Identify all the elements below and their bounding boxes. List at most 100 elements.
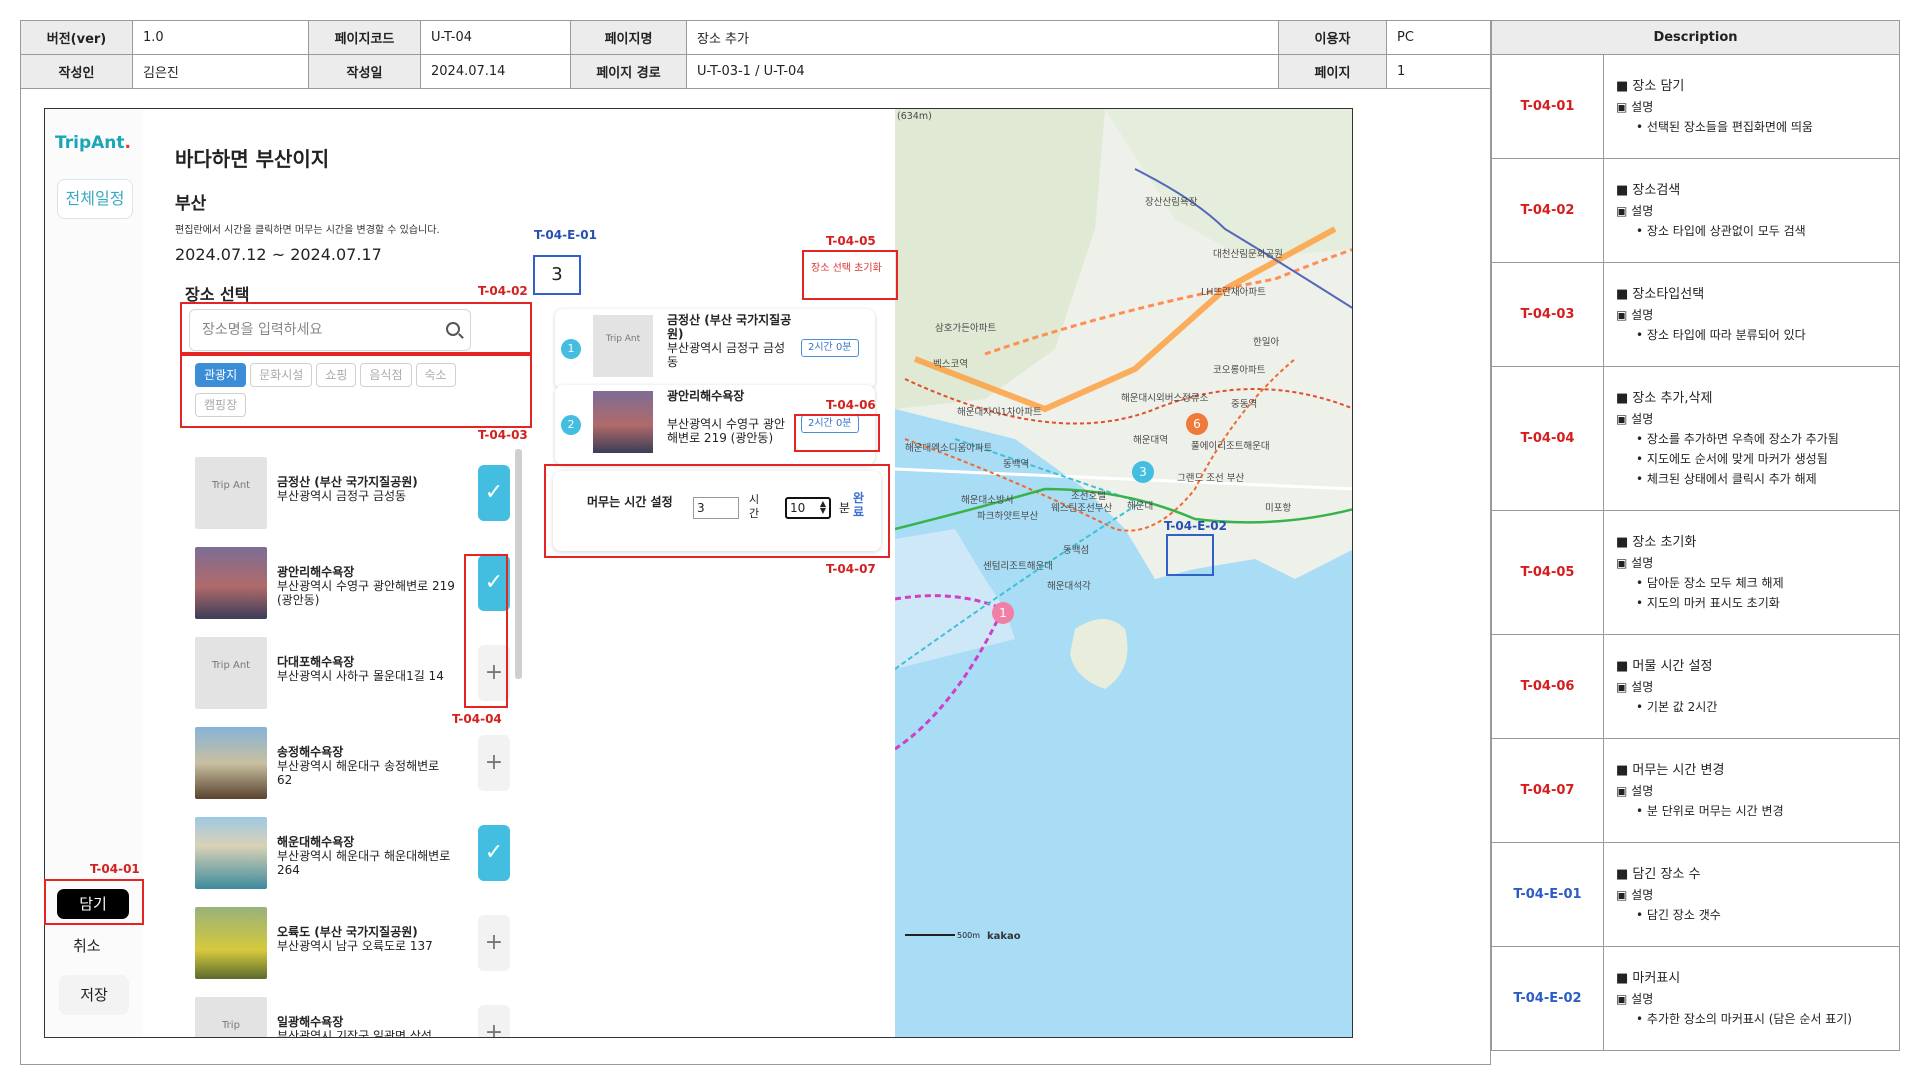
desc-point: • 체크된 상태에서 클릭시 추가 해제 bbox=[1636, 471, 1817, 486]
place-address: 부산광역시 해운대구 송정해변로 62 bbox=[277, 759, 440, 787]
edit-note: 편집란에서 시간을 클릭하면 머무는 시간을 변경할 수 있습니다. bbox=[175, 225, 440, 236]
svg-text:삼호가든아파트: 삼호가든아파트 bbox=[935, 323, 996, 334]
desc-row: T-04-E-02 ■ 마커표시 ▣ 설명 • 추가한 장소의 마커표시 (담은 순… bbox=[1491, 946, 1900, 1051]
list-scrollbar[interactable] bbox=[515, 449, 522, 679]
place-address: 부산광역시 금정구 금성동 bbox=[667, 341, 786, 369]
place-name: 다대포해수욕장 bbox=[277, 655, 355, 669]
desc-sub: ▣ 설명 bbox=[1616, 307, 1654, 322]
desc-point: • 분 단위로 머무는 시간 변경 bbox=[1636, 803, 1784, 818]
path-value: U-T-03-1 / U-T-04 bbox=[686, 54, 1279, 89]
desc-point: • 장소를 추가하면 우측에 장소가 추가됨 bbox=[1636, 431, 1839, 446]
desc-sub: ▣ 설명 bbox=[1616, 555, 1654, 570]
svg-text:1: 1 bbox=[999, 606, 1007, 620]
place-name: 일광해수욕장 bbox=[277, 1015, 344, 1029]
trip-title: 바다하면 부산이지 bbox=[175, 147, 330, 171]
annot-box-te02 bbox=[1166, 534, 1214, 576]
list-item: 송정해수욕장 부산광역시 해운대구 송정해변로 62 + bbox=[195, 727, 510, 817]
page-label: 페이지 bbox=[1278, 54, 1387, 89]
svg-text:미포항: 미포항 bbox=[1265, 503, 1291, 514]
desc-code: T-04-07 bbox=[1491, 738, 1604, 843]
date-value: 2024.07.14 bbox=[420, 54, 571, 89]
annot-box-t0407 bbox=[544, 464, 890, 558]
place-photo bbox=[195, 907, 267, 979]
svg-text:대천산림문화공원: 대천산림문화공원 bbox=[1213, 248, 1283, 260]
svg-text:중동역: 중동역 bbox=[1231, 399, 1257, 410]
stay-time-button[interactable]: 2시간 0분 bbox=[801, 339, 859, 357]
desc-point: • 장소 타입에 따라 분류되어 있다 bbox=[1636, 327, 1806, 342]
desc-code: T-04-04 bbox=[1491, 366, 1604, 511]
desc-point: • 추가한 장소의 마커표시 (담은 순서 표기) bbox=[1636, 1011, 1852, 1026]
place-address: 부산광역시 사하구 몰운대1길 14 bbox=[277, 669, 444, 683]
annot-label-te01: T-04-E-01 bbox=[534, 228, 597, 242]
svg-text:코오롱아파트: 코오롱아파트 bbox=[1213, 365, 1266, 376]
desc-head: ■ 장소 추가,삭제 bbox=[1616, 390, 1713, 406]
svg-text:파크하얏트부산: 파크하얏트부산 bbox=[977, 510, 1038, 522]
desc-code: T-04-03 bbox=[1491, 262, 1604, 367]
order-badge: 1 bbox=[561, 339, 581, 359]
desc-point: • 담긴 장소 갯수 bbox=[1636, 907, 1721, 922]
picked-count: 3 bbox=[533, 255, 581, 295]
desc-point: • 지도의 마커 표시도 초기화 bbox=[1636, 595, 1780, 610]
svg-text:한일아: 한일아 bbox=[1253, 337, 1279, 348]
place-address: 부산광역시 금정구 금성동 bbox=[277, 489, 407, 503]
version-value: 1.0 bbox=[132, 20, 309, 55]
annot-box-t0404 bbox=[464, 554, 508, 708]
map-view[interactable]: 1 3 6 장산산림욕장 대천산림문화공원 LH뜨란채아파트 한일아 코오롱아파… bbox=[895, 109, 1353, 1038]
save-button[interactable]: 저장 bbox=[59, 975, 129, 1015]
pagecode-value: U-T-04 bbox=[420, 20, 571, 55]
add-button[interactable]: + bbox=[478, 735, 510, 791]
place-thumbnail: Trip bbox=[195, 997, 267, 1037]
annot-box-t0405 bbox=[802, 250, 898, 300]
pagecode-label: 페이지코드 bbox=[308, 20, 421, 55]
place-address: 부산광역시 해운대구 해운대해변로 264 bbox=[277, 849, 451, 877]
svg-text:조선호텔: 조선호텔 bbox=[1071, 490, 1106, 502]
desc-row: T-04-05 ■ 장소 초기화 ▣ 설명 • 담아둔 장소 모두 체크 해제 • 지… bbox=[1491, 510, 1900, 635]
annot-label-t0407: T-04-07 bbox=[826, 562, 876, 576]
check-toggle-button[interactable]: ✓ bbox=[478, 465, 510, 521]
desc-row: T-04-07 ■ 머무는 시간 변경 ▣ 설명 • 분 단위로 머무는 시간 변경 bbox=[1491, 738, 1900, 843]
svg-text:동백섬: 동백섬 bbox=[1063, 545, 1089, 556]
svg-text:웨스틴조선부산: 웨스틴조선부산 bbox=[1051, 502, 1112, 514]
desc-code: T-04-E-01 bbox=[1491, 842, 1604, 947]
desc-sub: ▣ 설명 bbox=[1616, 203, 1654, 218]
desc-point: • 기본 값 2시간 bbox=[1636, 699, 1718, 714]
header-table: 버전(ver) 1.0 페이지코드 U-T-04 페이지명 장소 추가 이용자 … bbox=[20, 20, 1492, 89]
author-label: 작성인 bbox=[20, 54, 133, 89]
desc-code: T-04-02 bbox=[1491, 158, 1604, 263]
annot-label-t0401: T-04-01 bbox=[90, 862, 140, 876]
svg-text:해운대역: 해운대역 bbox=[1133, 434, 1168, 446]
screen-mockup: TripAnt. 전체일정 담기 취소 저장 바다하면 부산이지 부산 편집란에… bbox=[44, 108, 1353, 1038]
cancel-button[interactable]: 취소 bbox=[73, 935, 101, 956]
date-label: 작성일 bbox=[308, 54, 421, 89]
svg-text:해운대: 해운대 bbox=[1127, 500, 1153, 512]
desc-code: T-04-05 bbox=[1491, 510, 1604, 635]
place-name: 광안리해수욕장 bbox=[667, 389, 745, 403]
desc-row: T-04-02 ■ 장소검색 ▣ 설명 • 장소 타입에 상관없이 모두 검색 bbox=[1491, 158, 1900, 263]
place-name: 해운대해수욕장 bbox=[277, 835, 355, 849]
place-address: 부산광역시 수영구 광안해변로 219 (광안동) bbox=[667, 417, 786, 445]
desc-row: T-04-06 ■ 머물 시간 설정 ▣ 설명 • 기본 값 2시간 bbox=[1491, 634, 1900, 739]
svg-text:그랜드 조선 부산: 그랜드 조선 부산 bbox=[1177, 473, 1244, 484]
list-item: Trip Ant 금정산 (부산 국가지질공원) 부산광역시 금정구 금성동 ✓ bbox=[195, 457, 510, 547]
place-thumbnail: Trip Ant bbox=[195, 637, 267, 709]
place-photo bbox=[593, 391, 653, 453]
desc-row: T-04-04 ■ 장소 추가,삭제 ▣ 설명 • 장소를 추가하면 우측에 장소가… bbox=[1491, 366, 1900, 511]
svg-text:500m: 500m bbox=[957, 931, 980, 940]
map-canvas[interactable]: 1 3 6 장산산림욕장 대천산림문화공원 LH뜨란채아파트 한일아 코오롱아파… bbox=[895, 109, 1353, 1038]
add-button[interactable]: + bbox=[478, 1005, 510, 1037]
annot-box-t0402 bbox=[180, 302, 532, 354]
check-toggle-button[interactable]: ✓ bbox=[478, 825, 510, 881]
list-item: 오륙도 (부산 국가지질공원) 부산광역시 남구 오륙도로 137 + bbox=[195, 907, 510, 997]
annot-box-t0406 bbox=[794, 414, 880, 452]
description-table: Description T-04-01 ■ 장소 담기 ▣ 설명 • 선택된 장소들… bbox=[1491, 20, 1900, 1051]
desc-code: T-04-06 bbox=[1491, 634, 1604, 739]
desc-point: • 담아둔 장소 모두 체크 해제 bbox=[1636, 575, 1784, 590]
full-schedule-button[interactable]: 전체일정 bbox=[57, 179, 133, 219]
add-button[interactable]: + bbox=[478, 915, 510, 971]
desc-sub: ▣ 설명 bbox=[1616, 99, 1654, 114]
list-item: Trip Ant 다대포해수욕장 부산광역시 사하구 몰운대1길 14 + bbox=[195, 637, 510, 727]
tripant-logo[interactable]: TripAnt. bbox=[55, 133, 131, 153]
desc-head: ■ 장소 초기화 bbox=[1616, 534, 1697, 550]
svg-text:3: 3 bbox=[1139, 465, 1147, 479]
svg-text:동백역: 동백역 bbox=[1003, 459, 1029, 470]
